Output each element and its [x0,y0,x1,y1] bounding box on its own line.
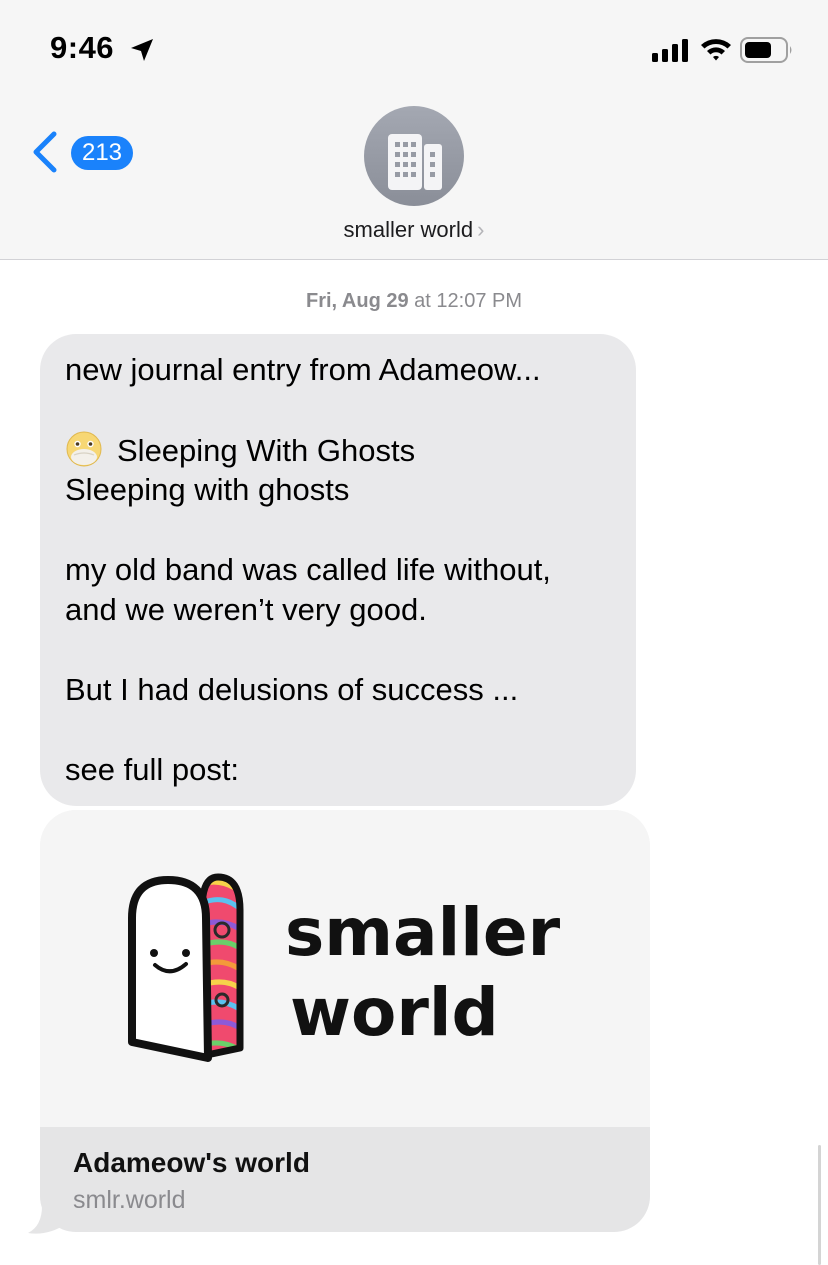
contact-name-button[interactable]: smaller world › [0,217,828,243]
contact-avatar[interactable] [364,106,464,206]
message-title-line: Sleeping With Ghosts [65,430,611,470]
scroll-indicator[interactable] [818,1145,821,1265]
smaller-world-logo: smaller world [128,873,561,1062]
building-icon [388,134,442,190]
incoming-message-bubble[interactable]: new journal entry from Adameow... Sleepi… [40,334,636,806]
timestamp-time: at 12:07 PM [414,290,522,312]
link-preview-card[interactable]: smaller world Adameow's world smlr.world [40,810,650,1232]
link-preview-footer: Adameow's world smlr.world [40,1127,650,1232]
status-time: 9:46 [50,30,115,65]
timestamp-day: Fri, Aug 29 [305,290,409,312]
message-line: But I had delusions of success ... [65,672,519,707]
bubble-tail [28,1206,66,1234]
message-line: and we weren’t very good. [65,592,427,627]
logo-line-2: world [290,974,499,1051]
chevron-right-icon: › [477,217,485,242]
logo-line-1: smaller [285,894,561,971]
back-button[interactable]: 213 [30,128,140,176]
location-arrow-icon [131,39,153,61]
link-title: Adameow's world [73,1147,310,1178]
message-line: Sleeping With Ghosts [117,433,416,468]
navigation-header: 9:46 213 smaller world › [0,0,828,260]
message-line: see full post: [65,752,240,787]
wifi-icon [701,39,731,61]
message-line: my old band was called life without, [65,552,551,587]
back-chevron-icon [33,131,57,173]
unread-count-badge: 213 [71,136,133,170]
contact-name: smaller world [343,217,474,242]
message-line: Sleeping with ghosts [65,472,350,507]
link-preview-image: smaller world [40,810,650,1127]
message-timestamp: Fri, Aug 29 at 12:07 PM [0,290,828,313]
message-line: new journal entry from Adameow... [65,352,541,387]
signal-icon [652,39,688,62]
battery-icon [740,37,792,63]
link-domain: smlr.world [73,1186,186,1214]
face-with-open-eyes-and-hand-over-mouth-emoji [66,431,102,467]
